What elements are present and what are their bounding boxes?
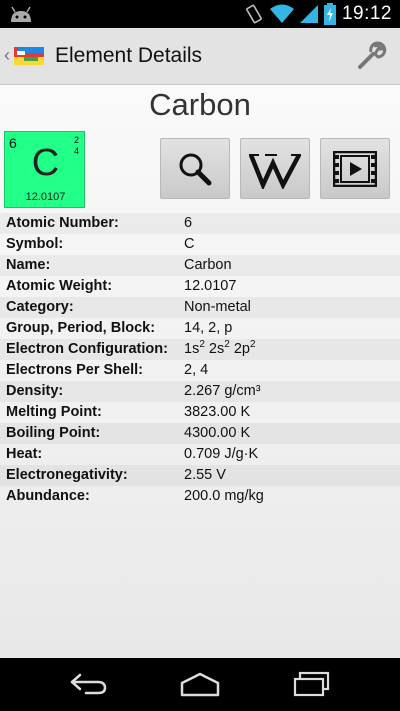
battery-charging-icon (323, 3, 336, 25)
video-button[interactable] (320, 138, 390, 199)
config-part: 2s (208, 341, 225, 357)
element-details: Carbon 6 2 4 C 12.0107 Atomic Number: 6 … (0, 85, 400, 658)
wifi-icon (269, 4, 294, 23)
table-row-symbol: Symbol: C (0, 234, 400, 255)
row-value: 3823.00 K (184, 404, 251, 420)
vibrate-icon (246, 4, 262, 24)
android-icon (11, 6, 31, 22)
table-row-electronegativity: Electronegativity: 2.55 V (0, 465, 400, 486)
action-bar: ‹ Element Details (0, 28, 400, 85)
magnifier-icon (179, 153, 212, 185)
wikipedia-icon (249, 153, 301, 189)
row-value: 2.267 g/cm³ (184, 383, 261, 399)
table-row-name: Name: Carbon (0, 255, 400, 276)
config-part: 2p (233, 341, 250, 357)
wikipedia-button[interactable] (240, 138, 310, 199)
properties-table: Atomic Number: 6 Symbol: C Name: Carbon … (0, 213, 400, 507)
search-button[interactable] (160, 138, 230, 199)
table-row-atomic-number: Atomic Number: 6 (0, 213, 400, 234)
row-value: 2.55 V (184, 467, 226, 483)
config-sup: 2 (249, 339, 256, 350)
row-label: Group, Period, Block: (6, 320, 156, 336)
row-value: 6 (184, 215, 193, 231)
status-bar: 19:12 (0, 0, 400, 28)
row-label: Electrons Per Shell: (6, 362, 143, 378)
table-row-boiling-point: Boiling Point: 4300.00 K (0, 423, 400, 444)
config-part: 1s (184, 341, 200, 357)
nav-recents-icon[interactable] (292, 671, 332, 697)
row-label: Category: (6, 299, 74, 315)
row-value: 12.0107 (184, 278, 237, 294)
wrench-icon[interactable] (354, 40, 388, 72)
row-label: Boiling Point: (6, 425, 101, 441)
row-value: Carbon (184, 257, 232, 273)
table-row-group-period-block: Group, Period, Block: 14, 2, p (0, 318, 400, 339)
status-time: 19:12 (341, 3, 392, 24)
table-row-electrons-per-shell: Electrons Per Shell: 2, 4 (0, 360, 400, 381)
table-row-category: Category: Non-metal (0, 297, 400, 318)
config-sup: 2 (199, 339, 205, 350)
tile-weight: 12.0107 (25, 191, 66, 203)
film-icon (333, 150, 377, 187)
row-value-configuration: 1s2 2s2 2p2 (184, 339, 256, 358)
row-label: Electron Configuration: (6, 341, 168, 357)
signal-icon (299, 5, 318, 23)
element-tile: 6 2 4 C 12.0107 (4, 131, 85, 208)
row-value: 14, 2, p (184, 320, 233, 336)
row-value: Non-metal (184, 299, 251, 315)
row-value: C (184, 236, 195, 252)
row-label: Atomic Number: (6, 215, 119, 231)
row-label: Atomic Weight: (6, 278, 113, 294)
table-row-density: Density: 2.267 g/cm³ (0, 381, 400, 402)
table-row-heat: Heat: 0.709 J/g·K (0, 444, 400, 465)
nav-home-icon[interactable] (180, 671, 220, 697)
row-label: Density: (6, 383, 64, 399)
row-value: 0.709 J/g·K (184, 446, 259, 462)
table-row-abundance: Abundance: 200.0 mg/kg (0, 486, 400, 507)
table-row-electron-configuration: Electron Configuration: 1s2 2s2 2p2 (0, 339, 400, 360)
back-icon[interactable]: ‹ (4, 45, 10, 66)
tile-symbol: C (31, 142, 60, 184)
table-row-atomic-weight: Atomic Weight: 12.0107 (0, 276, 400, 297)
table-row-melting-point: Melting Point: 3823.00 K (0, 402, 400, 423)
row-value: 200.0 mg/kg (184, 488, 264, 504)
row-label: Heat: (6, 446, 43, 462)
element-name-heading: Carbon (149, 87, 251, 122)
row-value: 4300.00 K (184, 425, 251, 441)
navigation-bar (0, 658, 400, 711)
app-icon[interactable] (14, 43, 46, 69)
row-label: Abundance: (6, 488, 90, 504)
row-label: Name: (6, 257, 51, 273)
nav-back-icon[interactable] (68, 671, 108, 697)
row-label: Melting Point: (6, 404, 102, 420)
config-sup: 2 (224, 339, 230, 350)
row-label: Electronegativity: (6, 467, 128, 483)
row-label: Symbol: (6, 236, 64, 252)
page-title: Element Details (55, 44, 203, 67)
row-value: 2, 4 (184, 362, 209, 378)
